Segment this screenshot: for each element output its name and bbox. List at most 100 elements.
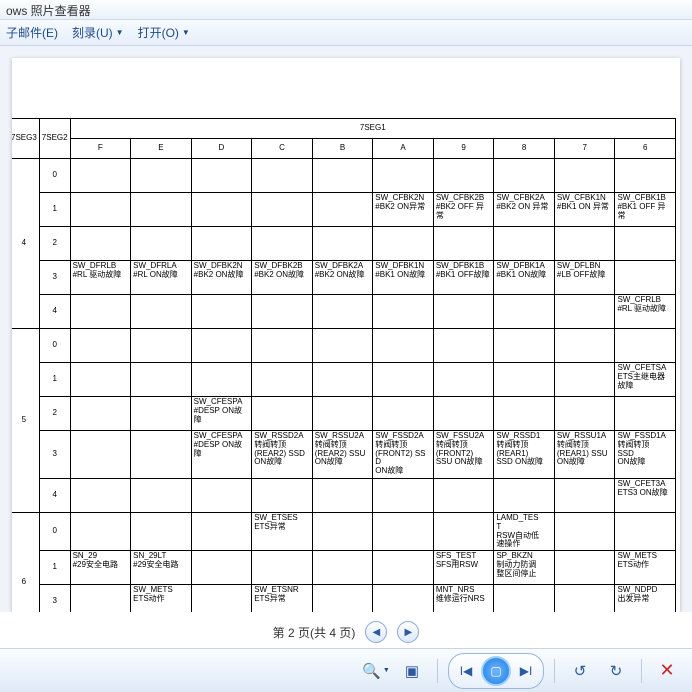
data-cell bbox=[494, 585, 555, 612]
menu-email[interactable]: 子邮件(E) bbox=[6, 24, 58, 41]
data-cell bbox=[615, 261, 676, 295]
rotate-right-icon: ↻ bbox=[610, 662, 623, 680]
data-cell: SW_DFLBN#LB OFF故障 bbox=[554, 261, 615, 295]
group-label: 4 bbox=[12, 159, 39, 329]
data-cell bbox=[131, 329, 192, 363]
last-button[interactable]: ▶I bbox=[513, 658, 539, 684]
col-header: 7 bbox=[554, 139, 615, 159]
data-cell bbox=[494, 363, 555, 397]
data-cell bbox=[373, 329, 434, 363]
data-cell: SW_METSETS动作 bbox=[615, 551, 676, 585]
data-cell bbox=[252, 551, 313, 585]
chevron-down-icon: ▼ bbox=[116, 28, 124, 37]
page-navigation: 第 2 页(共 4 页) ◀ ▶ bbox=[0, 616, 692, 648]
data-cell bbox=[554, 479, 615, 513]
data-cell bbox=[373, 513, 434, 551]
data-cell bbox=[433, 227, 494, 261]
data-cell: SW_CFBK2A#BK2 ON 异常 bbox=[494, 193, 555, 227]
data-cell: SW_CFBK2B#BK2 OFF 异常 bbox=[433, 193, 494, 227]
chevron-down-icon: ▼ bbox=[182, 28, 190, 37]
data-cell bbox=[554, 227, 615, 261]
data-cell bbox=[131, 431, 192, 479]
slideshow-icon: ▢ bbox=[490, 664, 501, 678]
separator bbox=[641, 659, 642, 683]
data-cell: SW_RSSD2A转阀转顶(REAR2) SSDON故障 bbox=[252, 431, 313, 479]
data-cell: MNT_NRS维修运行NRS bbox=[433, 585, 494, 612]
col-header: 9 bbox=[433, 139, 494, 159]
data-cell bbox=[494, 227, 555, 261]
data-cell bbox=[554, 329, 615, 363]
data-cell bbox=[312, 479, 373, 513]
data-cell bbox=[312, 513, 373, 551]
data-cell: SW_CFET3AETS3 ON故障 bbox=[615, 479, 676, 513]
row-index: 0 bbox=[39, 159, 70, 193]
data-cell bbox=[131, 479, 192, 513]
row-index: 0 bbox=[39, 329, 70, 363]
magnifier-icon: 🔍 bbox=[362, 662, 381, 680]
row-index: 1 bbox=[39, 363, 70, 397]
row-index: 1 bbox=[39, 551, 70, 585]
data-cell: SW_DFBK2B#BK2 ON故障 bbox=[252, 261, 313, 295]
fit-window-button[interactable]: ▣ bbox=[397, 656, 427, 686]
data-cell bbox=[615, 329, 676, 363]
document-page: 7SEG3 7SEG2 7SEG1 FEDCBA9876 401SW_CFBK2… bbox=[12, 58, 680, 612]
menu-burn[interactable]: 刻录(U) ▼ bbox=[72, 24, 124, 41]
data-cell bbox=[191, 329, 252, 363]
data-cell bbox=[433, 159, 494, 193]
delete-button[interactable]: ✕ bbox=[652, 656, 682, 686]
data-cell bbox=[131, 363, 192, 397]
data-cell: SW_RSSU2A转阀转顶(REAR2) SSUON故障 bbox=[312, 431, 373, 479]
data-cell bbox=[191, 479, 252, 513]
data-cell bbox=[373, 159, 434, 193]
data-cell bbox=[312, 193, 373, 227]
data-cell bbox=[70, 585, 131, 612]
data-table: 7SEG3 7SEG2 7SEG1 FEDCBA9876 401SW_CFBK2… bbox=[12, 118, 676, 612]
data-cell bbox=[494, 479, 555, 513]
data-cell bbox=[433, 479, 494, 513]
row-index: 3 bbox=[39, 585, 70, 612]
group-label: 5 bbox=[12, 329, 39, 513]
close-icon: ✕ bbox=[659, 660, 674, 681]
data-cell bbox=[131, 227, 192, 261]
data-cell: SW_CFESPA#DESP ON故障 bbox=[191, 431, 252, 479]
slideshow-controls: I◀ ▢ ▶I bbox=[448, 653, 544, 689]
separator bbox=[554, 659, 555, 683]
prev-page-button[interactable]: ◀ bbox=[365, 621, 387, 643]
data-cell bbox=[70, 479, 131, 513]
page-indicator: 第 2 页(共 4 页) bbox=[273, 624, 356, 641]
data-cell bbox=[191, 295, 252, 329]
data-cell bbox=[131, 513, 192, 551]
menu-open[interactable]: 打开(O) ▼ bbox=[138, 24, 190, 41]
data-cell bbox=[131, 193, 192, 227]
data-cell: SW_DFBK1B#BK1 OFF故障 bbox=[433, 261, 494, 295]
data-cell bbox=[312, 585, 373, 612]
data-cell bbox=[373, 227, 434, 261]
data-cell bbox=[70, 363, 131, 397]
data-cell bbox=[312, 159, 373, 193]
data-cell bbox=[554, 397, 615, 431]
data-cell bbox=[494, 295, 555, 329]
data-cell: SW_FSSD2A转阀转顶(FRONT2) SSDON故障 bbox=[373, 431, 434, 479]
data-cell: SW_DFBK1A#BK1 ON故障 bbox=[494, 261, 555, 295]
data-cell bbox=[191, 193, 252, 227]
data-cell bbox=[252, 227, 313, 261]
data-cell bbox=[615, 397, 676, 431]
rotate-cw-button[interactable]: ↻ bbox=[601, 656, 631, 686]
data-cell: SN_29LT#29安全电路 bbox=[131, 551, 192, 585]
first-button[interactable]: I◀ bbox=[453, 658, 479, 684]
data-cell: SW_NDPD出发异常 bbox=[615, 585, 676, 612]
rotate-ccw-button[interactable]: ↺ bbox=[565, 656, 595, 686]
data-cell bbox=[554, 551, 615, 585]
header-7seg2: 7SEG2 bbox=[39, 119, 70, 159]
data-cell bbox=[312, 295, 373, 329]
data-cell bbox=[554, 513, 615, 551]
next-page-button[interactable]: ▶ bbox=[397, 621, 419, 643]
data-cell bbox=[373, 479, 434, 513]
data-cell bbox=[70, 329, 131, 363]
zoom-button[interactable]: 🔍 ▼ bbox=[361, 656, 391, 686]
data-cell: SW_FSSU2A转阀转顶(FRONT2)SSU ON故障 bbox=[433, 431, 494, 479]
col-header: F bbox=[70, 139, 131, 159]
data-cell bbox=[494, 329, 555, 363]
data-cell: SW_DFBK2A#BK2 ON故障 bbox=[312, 261, 373, 295]
play-slideshow-button[interactable]: ▢ bbox=[481, 656, 511, 686]
